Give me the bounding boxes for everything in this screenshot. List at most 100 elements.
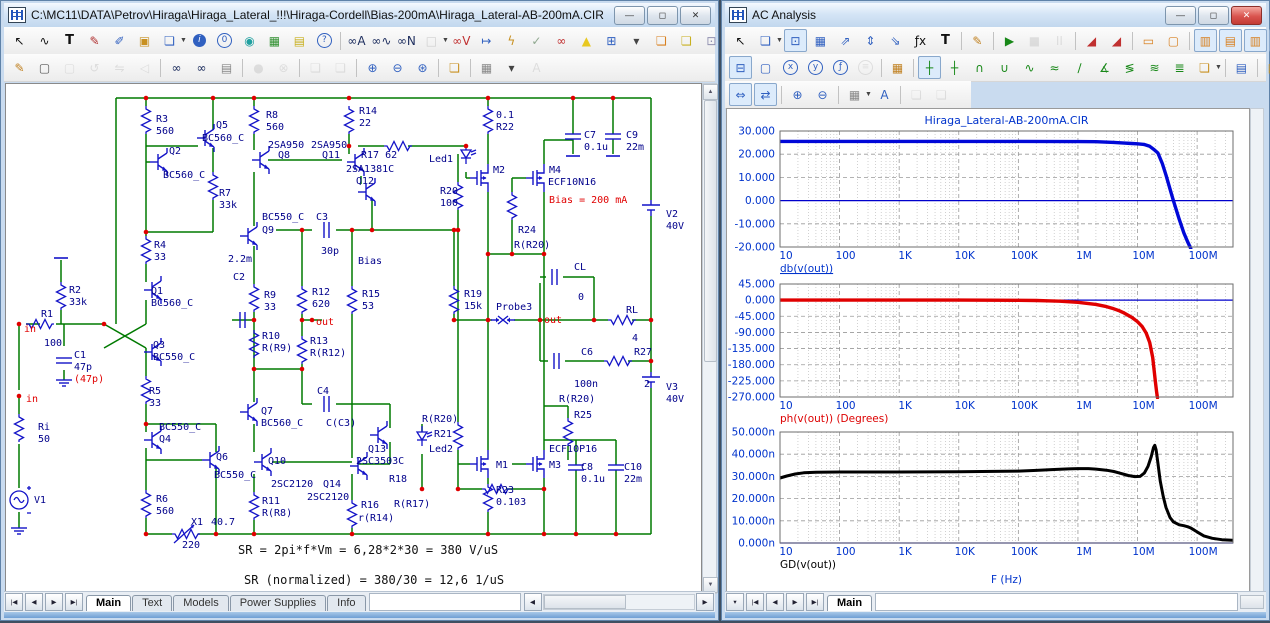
schematic-label[interactable]: C8 bbox=[581, 462, 593, 473]
toolbar-button-x[interactable]: ∩ bbox=[968, 56, 991, 79]
toolbar-button-xN[interactable]: ∞N bbox=[395, 29, 418, 52]
toolbar-button-x[interactable]: ❏ bbox=[329, 56, 352, 79]
schematic-label[interactable]: R4 bbox=[154, 240, 166, 251]
toolbar-button-x[interactable]: ▢ bbox=[58, 56, 81, 79]
schematic-label[interactable]: Probe3 bbox=[496, 302, 532, 313]
schematic-label[interactable]: V1 bbox=[34, 495, 46, 506]
schematic-label[interactable]: Q10 bbox=[268, 456, 286, 467]
schematic-label[interactable]: R17 62 bbox=[361, 150, 397, 161]
toolbar-button-x[interactable]: ✓ bbox=[525, 29, 548, 52]
schematic-label[interactable]: R(R20) bbox=[514, 240, 550, 251]
page-nav-button[interactable]: ▶ bbox=[45, 593, 63, 611]
schematic-label[interactable]: R11 bbox=[262, 496, 280, 507]
schematic-label[interactable]: Led2 bbox=[429, 444, 453, 455]
toolbar-button-x[interactable]: ▦ bbox=[475, 56, 498, 79]
toolbar-button-x[interactable]: ⊛ bbox=[411, 56, 434, 79]
toolbar-button-x[interactable]: ⊖ bbox=[386, 56, 409, 79]
schematic-label[interactable]: 100 bbox=[44, 338, 62, 349]
minimize-button[interactable]: — bbox=[614, 6, 645, 25]
schematic-label[interactable]: BC560_C bbox=[163, 170, 205, 181]
toolbar-button-x[interactable]: ✐ bbox=[108, 29, 131, 52]
toolbar-button-x[interactable]: ≋ bbox=[1143, 56, 1166, 79]
toolbar-button-x[interactable]: ∞ bbox=[190, 56, 213, 79]
schematic-label[interactable]: 40V bbox=[666, 221, 684, 232]
schematic-label[interactable]: BC560_C bbox=[151, 298, 193, 309]
schematic-label[interactable]: C6 bbox=[581, 347, 593, 358]
schematic-label[interactable]: 100 bbox=[440, 198, 458, 209]
toolbar-button-x[interactable]: ▾ bbox=[500, 56, 523, 79]
schematic-label[interactable]: in bbox=[24, 324, 36, 335]
schematic-label[interactable]: SR = 2pi*f*Vm = 6,28*2*30 = 380 V/uS bbox=[238, 543, 498, 557]
schematic-label[interactable]: BC550_C bbox=[153, 352, 195, 363]
tab-models[interactable]: Models bbox=[173, 595, 228, 611]
schematic-label[interactable]: R18 bbox=[389, 474, 407, 485]
toolbar-button-x[interactable]: ┼ bbox=[943, 56, 966, 79]
toolbar-button-x[interactable]: ↖ bbox=[8, 29, 31, 52]
schematic-label[interactable]: 33 bbox=[149, 398, 161, 409]
toolbar-button-x[interactable]: ⊖ bbox=[811, 83, 834, 106]
schematic-label[interactable]: 33k bbox=[69, 297, 87, 308]
schematic-label[interactable]: R13 bbox=[310, 336, 328, 347]
schematic-label[interactable]: ECF10N16 bbox=[548, 177, 596, 188]
schematic-label[interactable]: R(R20) bbox=[559, 394, 595, 405]
analysis-titlebar[interactable]: AC Analysis — ◻ ✕ bbox=[725, 3, 1266, 27]
toolbar-button-x[interactable]: ⇄ bbox=[754, 83, 777, 106]
schematic-labels[interactable]: R3560Q5BC560_CQ2BC560_CR733kR433Q1BC560_… bbox=[24, 106, 684, 587]
schematic-label[interactable]: R9 bbox=[264, 290, 276, 301]
toolbar-button-A[interactable]: A bbox=[873, 83, 896, 106]
schematic-label[interactable]: R27 bbox=[634, 347, 652, 358]
toolbar-button-x[interactable]: ∿ bbox=[33, 29, 56, 52]
schematic-label[interactable]: r(R14) bbox=[358, 513, 394, 524]
schematic-label[interactable]: 40V bbox=[666, 394, 684, 405]
toolbar-button-x[interactable]: ↖ bbox=[729, 29, 752, 52]
schematic-label[interactable]: 560 bbox=[266, 122, 284, 133]
toolbar-button-x[interactable]: ∞ bbox=[550, 29, 573, 52]
schematic-label[interactable]: 22m bbox=[626, 142, 644, 153]
schematic-label[interactable]: 22m bbox=[624, 474, 642, 485]
tab-power-supplies[interactable]: Power Supplies bbox=[230, 595, 326, 611]
toolbar-button-x[interactable]: ✎ bbox=[83, 29, 106, 52]
schematic-label[interactable]: C7 bbox=[584, 130, 596, 141]
schematic-drawing[interactable]: R3560Q5BC560_CQ2BC560_CR733kR433Q1BC560_… bbox=[6, 84, 698, 589]
schematic-label[interactable]: (47p) bbox=[74, 374, 104, 385]
schematic-label[interactable]: V2 bbox=[666, 209, 678, 220]
toolbar-button-x[interactable]: ▭ bbox=[1137, 29, 1160, 52]
toolbar-button-x[interactable]: ■ bbox=[1023, 29, 1046, 52]
toolbar-button-x[interactable]: ƒ bbox=[829, 56, 852, 79]
toolbar-button-x[interactable]: ▢ bbox=[33, 56, 56, 79]
hscroll-left-button[interactable]: ◀ bbox=[524, 593, 542, 611]
toolbar-button-x[interactable]: ? bbox=[313, 29, 336, 52]
schematic-label[interactable]: out bbox=[544, 315, 562, 326]
schematic-label[interactable]: 0.1u bbox=[584, 142, 608, 153]
schematic-label[interactable]: R(R9) bbox=[262, 343, 292, 354]
toolbar-button-A[interactable]: A bbox=[525, 56, 548, 79]
schematic-label[interactable]: M3 bbox=[549, 460, 561, 471]
schematic-label[interactable]: 15k bbox=[464, 301, 482, 312]
schematic-label[interactable]: 30p bbox=[321, 246, 339, 257]
toolbar-button-x[interactable]: ◉ bbox=[238, 29, 261, 52]
toolbar-button-x[interactable]: ❏ bbox=[1193, 56, 1216, 79]
schematic-label[interactable]: RL bbox=[626, 305, 638, 316]
schematic-label[interactable]: R6 bbox=[156, 494, 168, 505]
toolbar-button-x[interactable]: ❏ bbox=[650, 29, 673, 52]
toolbar-button-II[interactable]: II bbox=[1048, 29, 1071, 52]
toolbar-button-xx[interactable]: ∞∿ bbox=[370, 29, 393, 52]
schematic-label[interactable]: R15 bbox=[362, 289, 380, 300]
schematic-label[interactable]: R14 bbox=[359, 106, 377, 117]
schematic-label[interactable]: C4 bbox=[317, 386, 329, 397]
toolbar-button-xV[interactable]: ∞V bbox=[450, 29, 473, 52]
schematic-label[interactable]: 53 bbox=[362, 301, 374, 312]
schematic-label[interactable]: 4 bbox=[632, 333, 638, 344]
toolbar-button-x[interactable]: ◁ bbox=[133, 56, 156, 79]
schematic-label[interactable]: BC550_C bbox=[214, 470, 256, 481]
schematic-label[interactable]: R(R20) bbox=[422, 414, 458, 425]
toolbar-button-x[interactable]: ▲ bbox=[575, 29, 598, 52]
page-nav-button[interactable]: ▶ bbox=[786, 593, 804, 611]
schematic-label[interactable]: 33 bbox=[264, 302, 276, 313]
toolbar-button-x[interactable]: ◢ bbox=[1080, 29, 1103, 52]
page-nav-button[interactable]: ◀ bbox=[766, 593, 784, 611]
schematic-label[interactable]: 22 bbox=[359, 118, 371, 129]
toolbar-button-x[interactable]: ∡ bbox=[1093, 56, 1116, 79]
schematic-label[interactable]: R3 bbox=[156, 114, 168, 125]
toolbar-button-x[interactable]: ϟ bbox=[500, 29, 523, 52]
